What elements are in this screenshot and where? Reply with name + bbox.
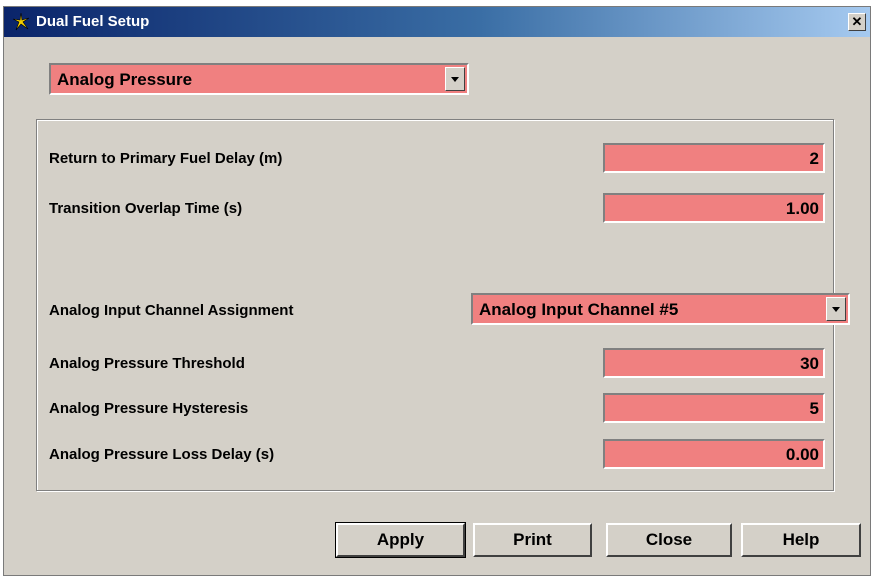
pressure-hysteresis-value: 5 [809,399,819,418]
close-icon: ✕ [851,14,863,29]
pressure-threshold-value: 30 [800,354,819,373]
channel-assignment-label: Analog Input Channel Assignment [49,302,294,319]
dual-fuel-setup-window: Dual Fuel Setup ✕ Analog Pressure Return… [3,6,871,576]
transition-overlap-label: Transition Overlap Time (s) [49,200,243,217]
mode-dropdown-value: Analog Pressure [57,70,193,89]
return-delay-label: Return to Primary Fuel Delay (m) [49,150,283,167]
print-button[interactable]: Print [473,523,592,557]
channel-assignment-dropdown[interactable]: Analog Input Channel #5 [471,293,850,325]
pressure-loss-delay-value: 0.00 [785,445,819,464]
pressure-hysteresis-label: Analog Pressure Hysteresis [49,400,249,417]
app-spark-icon [12,12,30,31]
return-delay-value: 2 [809,149,819,168]
chevron-down-icon[interactable] [445,67,465,91]
window-title: Dual Fuel Setup [36,13,150,30]
pressure-threshold-field[interactable]: 30 [603,348,825,378]
close-window-button[interactable]: ✕ [848,13,866,31]
pressure-loss-delay-field[interactable]: 0.00 [603,439,825,469]
transition-overlap-field[interactable]: 1.00 [603,193,825,223]
close-button[interactable]: Close [606,523,732,557]
return-delay-field[interactable]: 2 [603,143,825,173]
pressure-loss-delay-label: Analog Pressure Loss Delay (s) [49,446,275,463]
apply-button[interactable]: Apply [335,522,466,558]
transition-overlap-value: 1.00 [785,199,819,218]
help-button[interactable]: Help [741,523,861,557]
chevron-down-icon[interactable] [826,297,846,321]
pressure-hysteresis-field[interactable]: 5 [603,393,825,423]
mode-dropdown[interactable]: Analog Pressure [49,63,469,95]
pressure-threshold-label: Analog Pressure Threshold [49,355,245,372]
title-bar[interactable]: Dual Fuel Setup ✕ [4,7,870,37]
channel-assignment-value: Analog Input Channel #5 [479,300,679,319]
